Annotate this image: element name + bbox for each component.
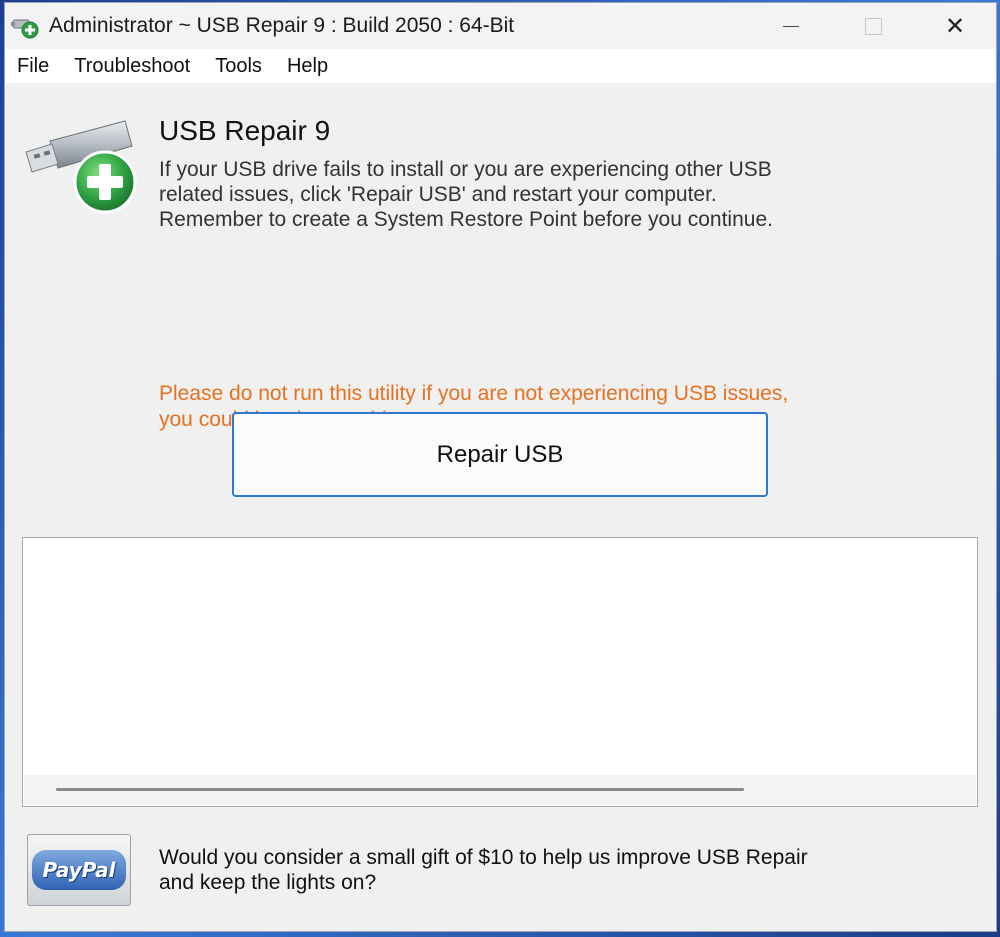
description-text: If your USB drive fails to install or yo… bbox=[159, 158, 773, 231]
page-title: USB Repair 9 bbox=[159, 115, 331, 146]
minimize-icon bbox=[783, 25, 799, 27]
repair-usb-button[interactable]: Repair USB bbox=[232, 412, 768, 497]
menu-troubleshoot[interactable]: Troubleshoot bbox=[74, 55, 190, 78]
window-title: Administrator ~ USB Repair 9 : Build 205… bbox=[49, 14, 515, 37]
paypal-logo: PayPal bbox=[32, 850, 126, 890]
window-controls: ✕ bbox=[750, 3, 996, 49]
close-button[interactable]: ✕ bbox=[914, 3, 996, 49]
output-log[interactable] bbox=[22, 537, 978, 807]
usb-drive-add-icon bbox=[20, 116, 140, 216]
close-icon: ✕ bbox=[944, 12, 966, 40]
app-icon bbox=[11, 11, 41, 41]
minimize-button[interactable] bbox=[750, 3, 832, 49]
maximize-button[interactable] bbox=[832, 3, 914, 49]
horizontal-scrollbar[interactable] bbox=[24, 775, 976, 805]
title-bar: Administrator ~ USB Repair 9 : Build 205… bbox=[5, 3, 996, 49]
menu-help[interactable]: Help bbox=[287, 55, 328, 78]
maximize-icon bbox=[864, 17, 882, 35]
menu-file[interactable]: File bbox=[17, 55, 49, 78]
scrollbar-thumb[interactable] bbox=[56, 788, 744, 791]
menu-bar: File Troubleshoot Tools Help bbox=[5, 49, 996, 83]
paypal-donate-button[interactable]: PayPal bbox=[27, 834, 131, 906]
menu-tools[interactable]: Tools bbox=[215, 55, 262, 78]
app-window: Administrator ~ USB Repair 9 : Build 205… bbox=[4, 2, 997, 932]
donate-message: Would you consider a small gift of $10 t… bbox=[159, 846, 808, 894]
